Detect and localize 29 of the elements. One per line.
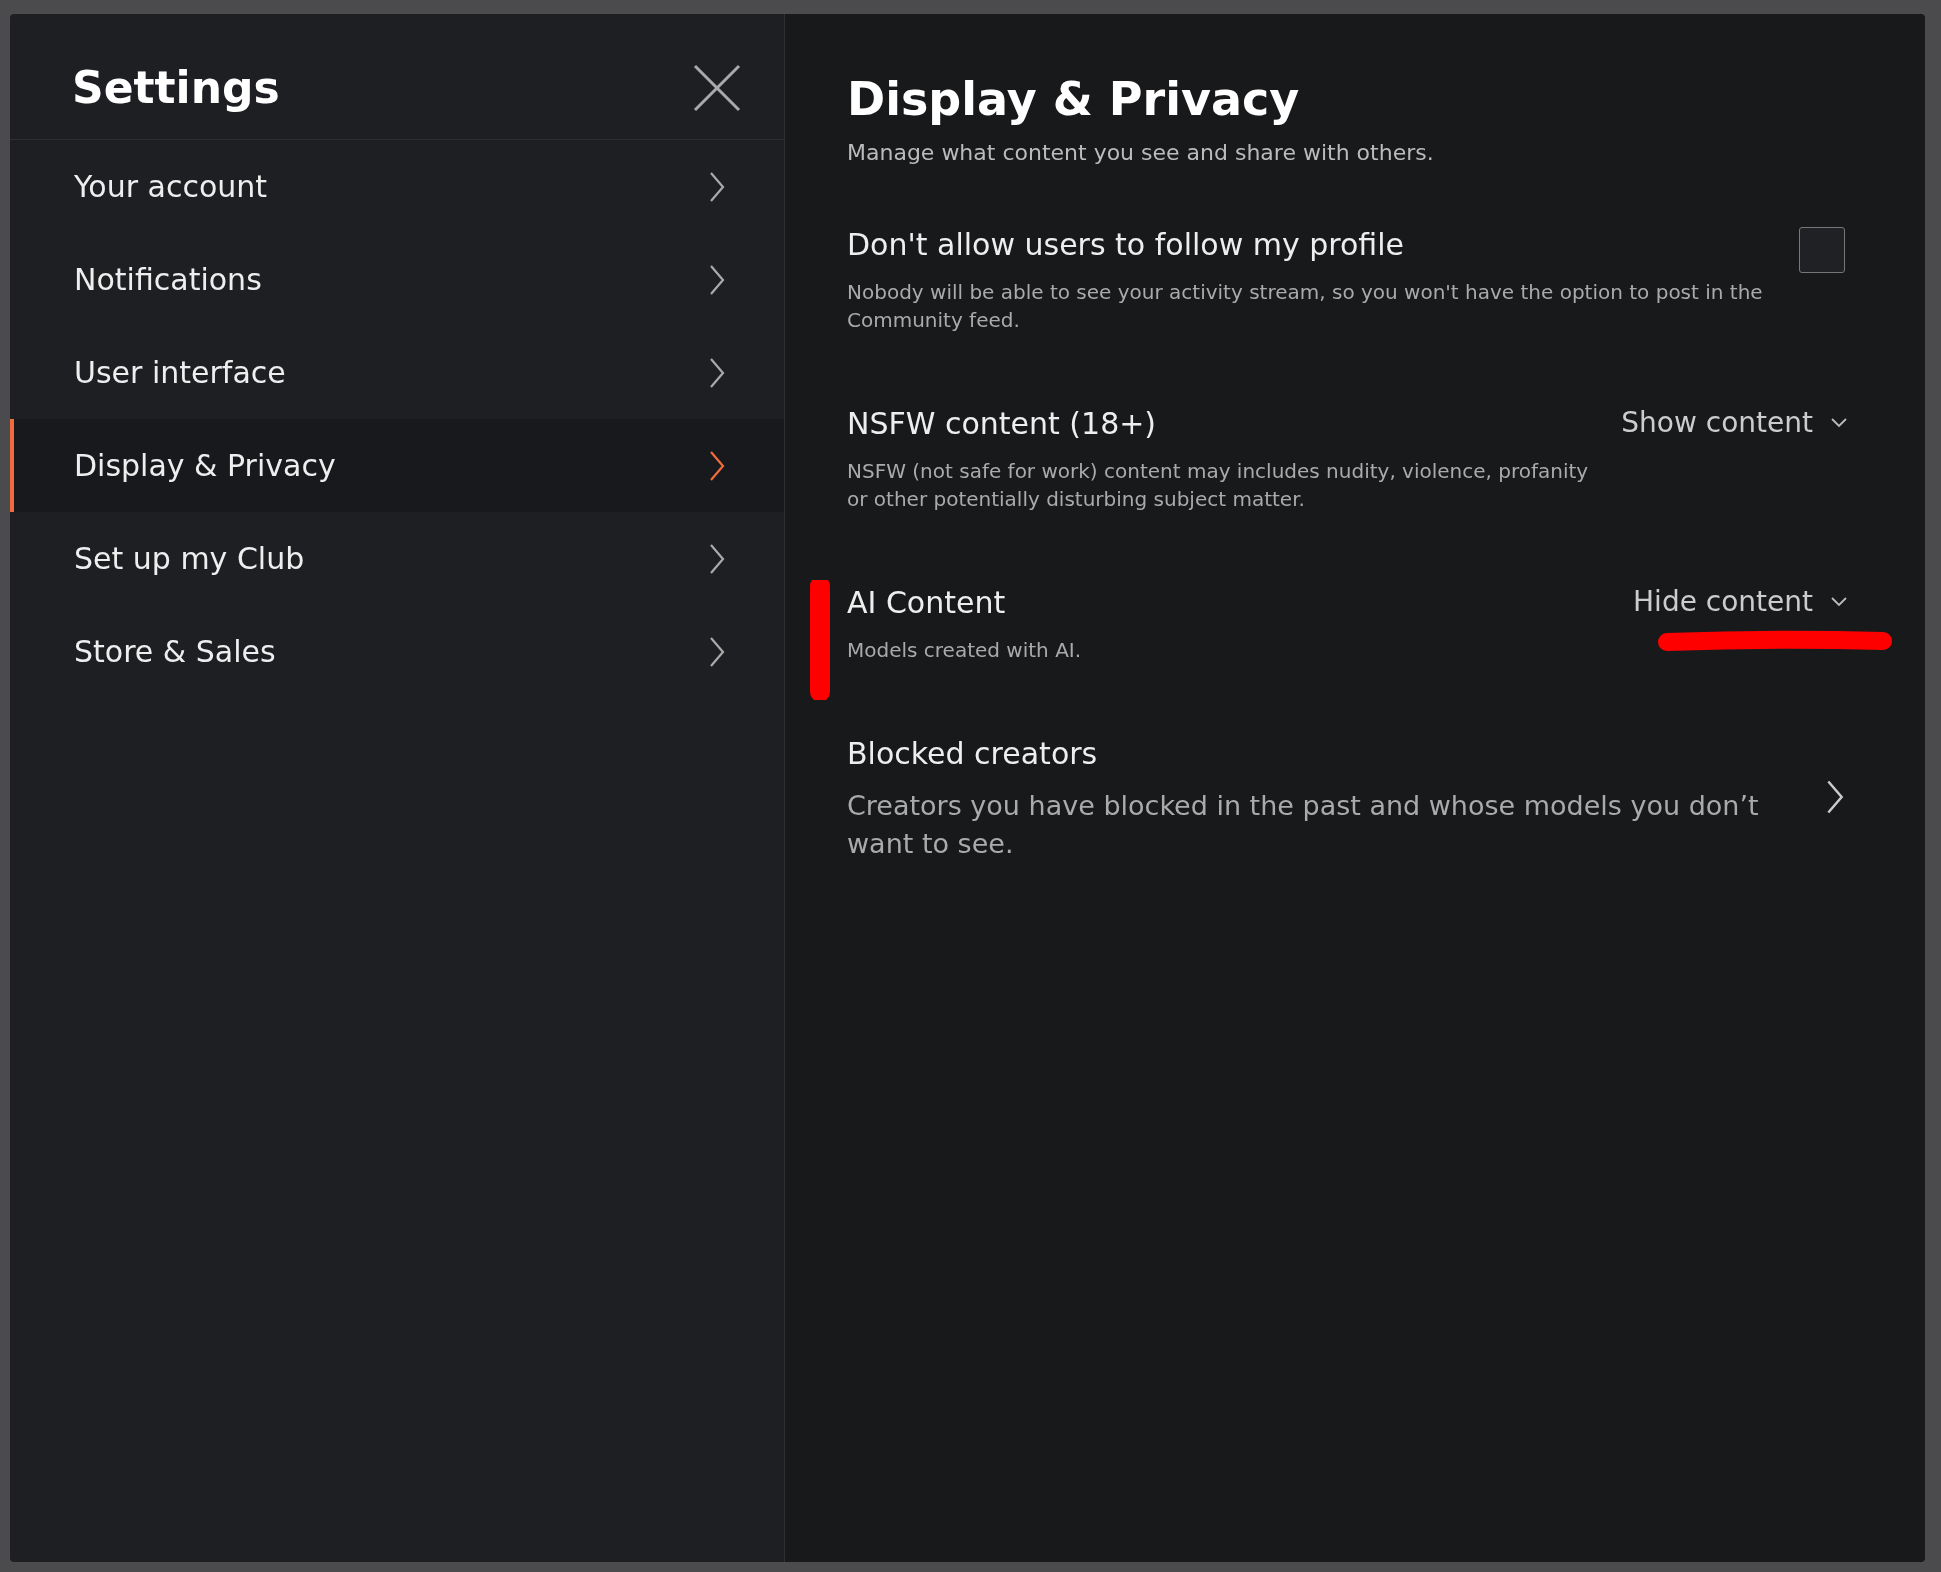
dropdown[interactable]: Hide content bbox=[1633, 585, 1847, 618]
setting-description: Models created with AI. bbox=[847, 637, 1082, 664]
sidebar-item[interactable]: Notifications bbox=[10, 233, 784, 326]
sidebar-item-label: Your account bbox=[74, 169, 268, 204]
sidebar-item[interactable]: Set up my Club bbox=[10, 512, 784, 605]
panel-subtitle: Manage what content you see and share with others. bbox=[847, 140, 1435, 165]
sidebar-item-label: Display & Privacy bbox=[74, 448, 336, 483]
setting-title: AI Content bbox=[847, 585, 1007, 620]
chevron-down-icon bbox=[1831, 417, 1847, 428]
checkbox[interactable] bbox=[1799, 227, 1845, 273]
sidebar-title: Settings bbox=[72, 62, 280, 113]
sidebar-item[interactable]: User interface bbox=[10, 326, 784, 419]
dropdown[interactable]: Show content bbox=[1621, 406, 1847, 439]
chevron-down-icon bbox=[1831, 596, 1847, 607]
sidebar-item[interactable]: Display & Privacy bbox=[10, 419, 784, 512]
close-button[interactable] bbox=[692, 62, 742, 113]
setting-description: NSFW (not safe for work) content may includes nudity, violence, profanity or other potentially disturbing subject matter. bbox=[847, 458, 1590, 513]
sidebar-item-label: Store & Sales bbox=[74, 634, 276, 669]
setting-title: Don't allow users to follow my profile bbox=[847, 227, 1406, 262]
setting-title: Blocked creators bbox=[847, 736, 1099, 771]
setting-description: Creators you have blocked in the past and whose models you don’t want to see. bbox=[847, 789, 1760, 861]
sidebar-item-label: User interface bbox=[74, 355, 286, 390]
sidebar-item-label: Notifications bbox=[74, 262, 262, 297]
sidebar-item[interactable]: Store & Sales bbox=[10, 605, 784, 698]
panel-title: Display & Privacy bbox=[847, 72, 1301, 126]
sidebar-item[interactable]: Your account bbox=[10, 140, 784, 233]
setting-description: Nobody will be able to see your activity stream, so you won't have the option to post in the Community feed. bbox=[847, 279, 1764, 334]
sidebar-item-label: Set up my Club bbox=[74, 541, 305, 576]
setting-title: NSFW content (18+) bbox=[847, 406, 1158, 441]
